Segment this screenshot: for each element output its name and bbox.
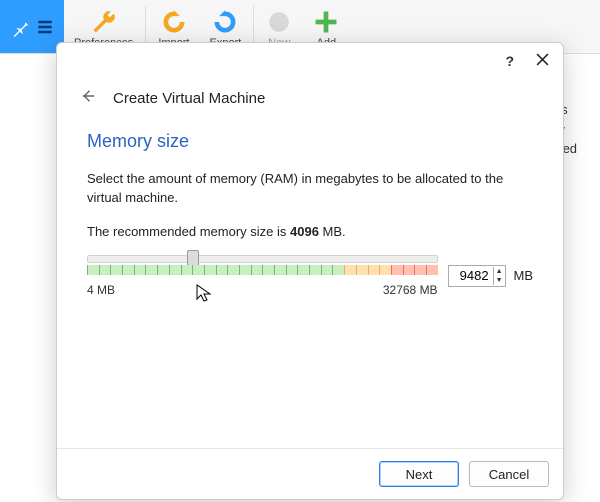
new-icon bbox=[266, 7, 292, 37]
unit-label: MB bbox=[514, 268, 534, 283]
toolbar-separator bbox=[253, 6, 254, 47]
memory-slider[interactable]: 4 MB 32768 MB bbox=[87, 255, 438, 297]
close-button[interactable] bbox=[536, 53, 549, 69]
slider-max-label: 32768 MB bbox=[383, 283, 438, 297]
next-button[interactable]: Next bbox=[379, 461, 459, 487]
description-text: Select the amount of memory (RAM) in meg… bbox=[87, 170, 533, 208]
dialog-footer: Next Cancel bbox=[57, 448, 563, 499]
pin-icon bbox=[9, 16, 31, 38]
slider-ticks bbox=[87, 265, 438, 277]
dialog-header: Create Virtual Machine bbox=[57, 73, 563, 115]
add-icon bbox=[312, 7, 340, 37]
back-button[interactable] bbox=[79, 87, 97, 109]
arrow-left-icon bbox=[79, 87, 97, 105]
list-icon bbox=[35, 17, 55, 37]
create-vm-dialog: ? Create Virtual Machine Memory size Sel… bbox=[56, 42, 564, 500]
cancel-button[interactable]: Cancel bbox=[469, 461, 549, 487]
memory-spinbox[interactable]: ▲ ▼ bbox=[448, 265, 506, 287]
export-icon bbox=[211, 7, 239, 37]
slider-range-labels: 4 MB 32768 MB bbox=[87, 283, 438, 297]
app-pin-button[interactable] bbox=[0, 0, 64, 53]
recommended-text: The recommended memory size is 4096 MB. bbox=[87, 224, 533, 239]
dialog-title: Create Virtual Machine bbox=[113, 90, 265, 107]
slider-min-label: 4 MB bbox=[87, 283, 115, 297]
dialog-titlebar: ? bbox=[57, 43, 563, 73]
close-icon bbox=[536, 53, 549, 66]
spin-up-button[interactable]: ▲ bbox=[494, 267, 505, 276]
slider-track bbox=[87, 255, 438, 263]
memory-input[interactable] bbox=[449, 266, 493, 286]
toolbar-separator bbox=[145, 6, 146, 47]
section-heading: Memory size bbox=[87, 131, 533, 152]
memory-spinbox-group: ▲ ▼ MB bbox=[448, 265, 533, 287]
dialog-content: Memory size Select the amount of memory … bbox=[57, 115, 563, 448]
wrench-icon bbox=[90, 7, 118, 37]
help-button[interactable]: ? bbox=[505, 53, 514, 69]
memory-slider-row: 4 MB 32768 MB ▲ ▼ MB bbox=[87, 255, 533, 297]
import-icon bbox=[160, 7, 188, 37]
spin-down-button[interactable]: ▼ bbox=[494, 276, 505, 285]
